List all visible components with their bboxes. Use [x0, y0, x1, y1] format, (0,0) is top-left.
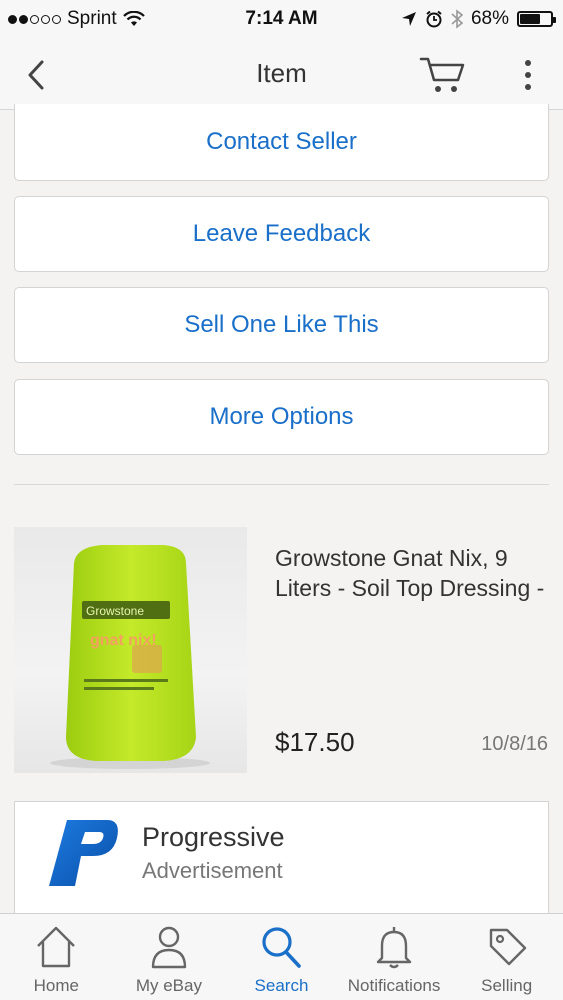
item-price: $17.50 [275, 727, 355, 757]
sell-one-like-this-button[interactable]: Sell One Like This [14, 287, 549, 363]
home-icon [37, 926, 76, 968]
person-icon [151, 926, 187, 969]
alarm-icon [426, 10, 442, 28]
battery-percent: 68% [470, 8, 509, 29]
tab-bar: Home My eBay Search Notifications Sellin… [0, 913, 563, 1000]
bell-icon [376, 927, 412, 969]
ad-logo-letter: P [47, 818, 48, 819]
tab-search[interactable]: Search [225, 914, 338, 1000]
section-divider [14, 484, 549, 485]
battery-icon [517, 11, 556, 27]
more-options-button[interactable]: More Options [14, 379, 549, 455]
tab-home-label: Home [33, 976, 79, 995]
search-icon [262, 927, 302, 968]
item-title[interactable]: Growstone Gnat Nix, 9 Liters - Soil Top … [275, 543, 545, 603]
bluetooth-icon [451, 9, 463, 29]
item-image[interactable]: Growstone gnat nix! [14, 527, 247, 773]
more-vertical-icon[interactable] [516, 56, 540, 94]
battery-fill [520, 14, 541, 24]
ad-subtitle: Advertisement [142, 858, 283, 883]
status-bar: Sprint 7:14 AM 68% [0, 0, 563, 38]
cart-icon[interactable] [418, 54, 468, 96]
ad-card[interactable]: P Progressive Advertisement [14, 801, 549, 916]
page-title: Item [256, 58, 307, 88]
leave-feedback-button[interactable]: Leave Feedback [14, 196, 549, 272]
tab-my-ebay-label: My eBay [135, 976, 202, 995]
tab-notifications[interactable]: Notifications [338, 914, 451, 1000]
tab-selling[interactable]: Selling [450, 914, 563, 1000]
contact-seller-button[interactable]: Contact Seller [14, 104, 549, 181]
tab-notifications-label: Notifications [347, 976, 441, 995]
product-bag-image: Growstone gnat nix! [50, 545, 210, 769]
tab-selling-label: Selling [481, 976, 533, 995]
tab-home[interactable]: Home [0, 914, 113, 1000]
nav-bar: Item [0, 38, 563, 110]
status-right: 68% [401, 8, 556, 30]
bag-brand-text: Growstone [86, 604, 144, 618]
tab-search-label: Search [254, 976, 309, 995]
item-date: 10/8/16 [481, 733, 548, 755]
tab-my-ebay[interactable]: My eBay [113, 914, 226, 1000]
progressive-logo: P [47, 818, 118, 886]
location-arrow-icon [401, 12, 416, 26]
ad-title: Progressive [142, 822, 285, 852]
tag-icon [489, 928, 526, 966]
